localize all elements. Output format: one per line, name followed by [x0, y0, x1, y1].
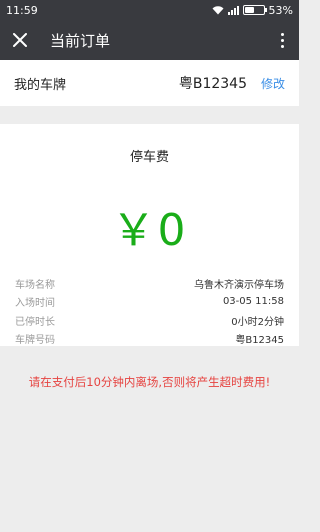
wifi-icon [212, 6, 224, 15]
status-time: 11:59 [6, 3, 38, 17]
detail-row-duration: 已停时长 0小时2分钟 [15, 311, 284, 330]
detail-value: 粤B12345 [235, 335, 284, 347]
detail-label: 已停时长 [15, 316, 55, 328]
status-icons: 53% [212, 4, 293, 17]
detail-value: 乌鲁木齐演示停车场 [194, 279, 284, 291]
more-dot-icon [280, 38, 284, 42]
fee-card: 停车费 ￥0 车场名称 乌鲁木齐演示停车场 入场时间 03-05 11:58 已… [0, 124, 299, 346]
nav-bar: 当前订单 [0, 20, 299, 60]
detail-row-entry-time: 入场时间 03-05 11:58 [15, 293, 284, 312]
status-bar: 11:59 53% [0, 0, 299, 20]
more-button[interactable] [265, 20, 299, 60]
battery-level [244, 7, 255, 13]
detail-label: 车场名称 [15, 279, 55, 291]
more-dot-icon [280, 44, 284, 48]
detail-value: 0小时2分钟 [231, 316, 284, 328]
fee-amount: ￥0 [111, 205, 188, 256]
more-dot-icon [280, 32, 284, 36]
plate-row: 我的车牌 粤B12345 修改 [0, 60, 299, 106]
signal-icon [227, 5, 239, 15]
close-icon [13, 33, 27, 47]
page-title: 当前订单 [50, 31, 111, 50]
fee-title: 停车费 [129, 150, 169, 165]
detail-value: 03-05 11:58 [222, 296, 284, 308]
page: 11:59 53% 当前订单 我的车牌 粤B12345 修改 停车费 ￥0 车场… [0, 0, 299, 532]
plate-value: 粤B12345 [178, 76, 247, 92]
overtime-warning: 请在支付后10分钟内离场,否则将产生超时费用! [28, 375, 271, 389]
detail-row-plate: 车牌号码 粤B12345 [15, 330, 284, 349]
detail-label: 入场时间 [15, 298, 55, 310]
detail-row-lot: 车场名称 乌鲁木齐演示停车场 [15, 274, 284, 293]
battery-icon [242, 5, 267, 15]
battery-percent: 53% [268, 3, 293, 17]
close-button[interactable] [0, 20, 40, 60]
detail-label: 车牌号码 [15, 335, 55, 347]
detail-list: 车场名称 乌鲁木齐演示停车场 入场时间 03-05 11:58 已停时长 0小时… [15, 274, 284, 348]
plate-label: 我的车牌 [14, 77, 67, 93]
edit-plate-link[interactable]: 修改 [261, 75, 285, 92]
